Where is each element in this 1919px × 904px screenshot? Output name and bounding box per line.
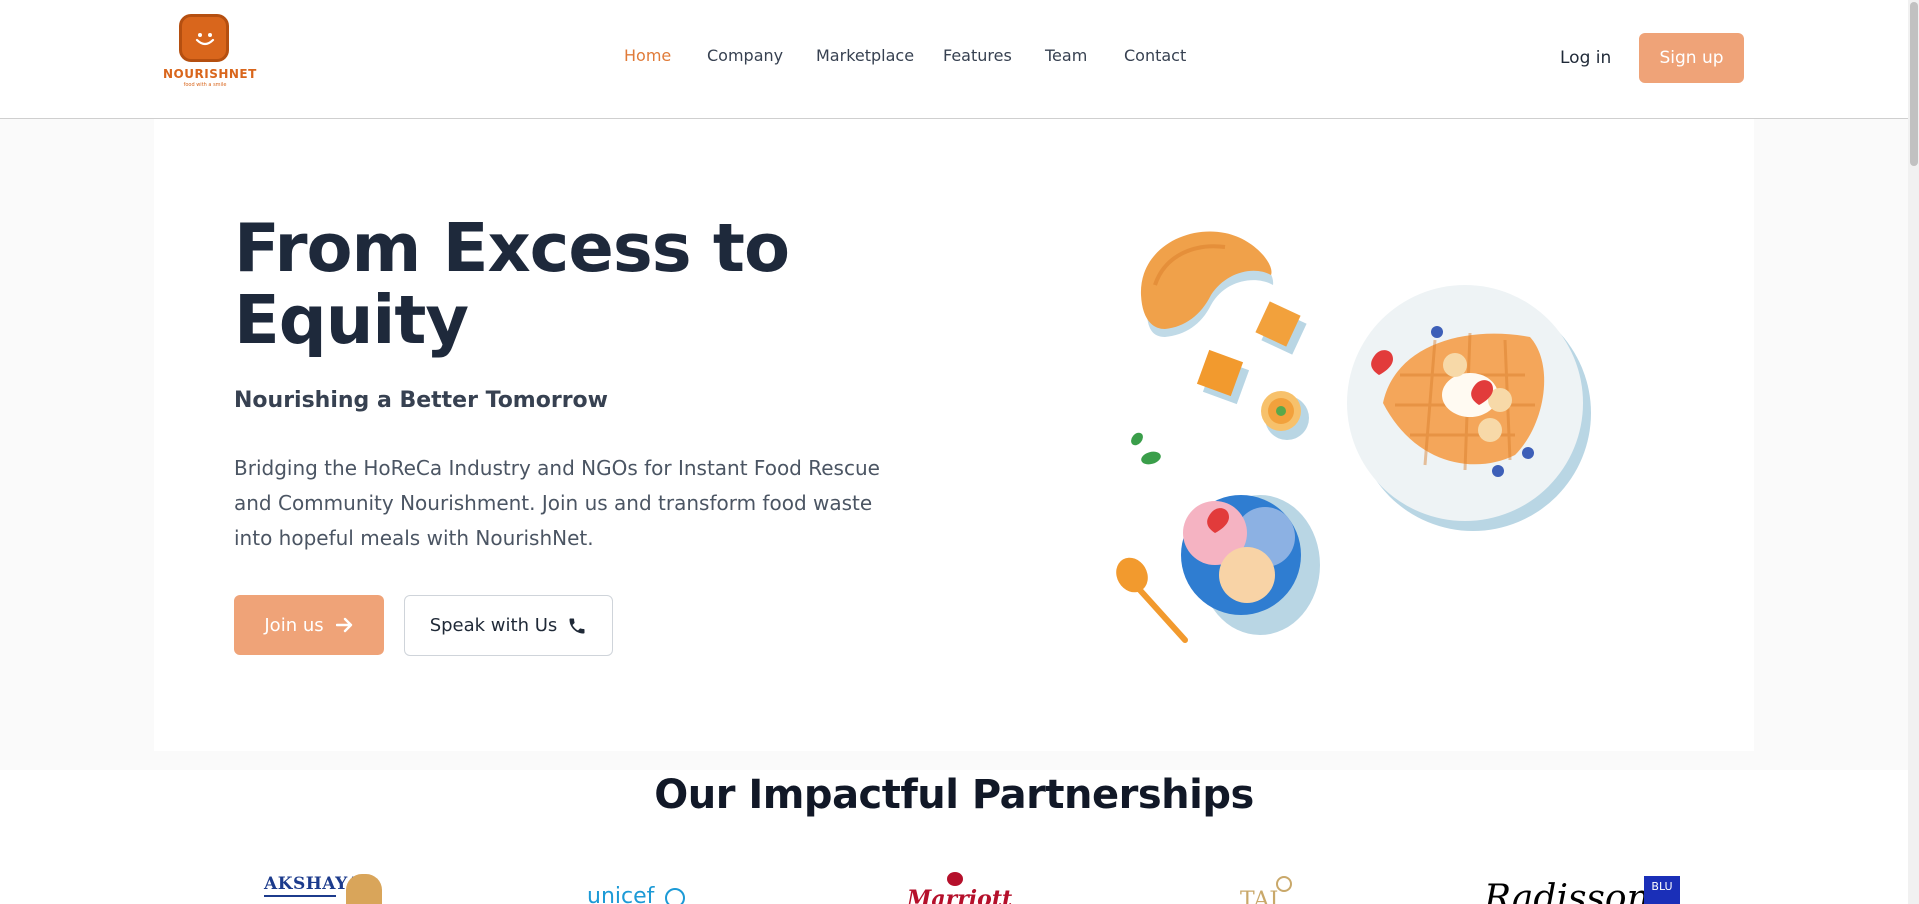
marriott-emblem-icon [947, 872, 963, 886]
nav-home[interactable]: Home [624, 46, 671, 65]
partner-logo-taj: TAJ [1238, 870, 1298, 904]
hero-subtitle: Nourishing a Better Tomorrow [234, 388, 608, 413]
phone-icon [569, 618, 585, 633]
croissant-image [1140, 231, 1274, 337]
partner-logo-akshaya-patra: AKSHAYA [262, 870, 392, 904]
hero-title: From Excess to Equity [234, 212, 934, 356]
partner-logo-radisson-blu: Radisson BLU [1482, 870, 1682, 904]
join-us-label: Join us [264, 614, 324, 636]
partner-logo-text: Radisson [1484, 878, 1650, 904]
hero-description: Bridging the HoReCa Industry and NGOs fo… [234, 456, 880, 550]
join-us-button[interactable]: Join us [234, 595, 384, 655]
nav-contact[interactable]: Contact [1124, 46, 1186, 65]
arrow-right-icon [335, 617, 352, 633]
site-header: NOURISHNET food with a smile Home Compan… [0, 0, 1908, 119]
pot-icon [346, 874, 382, 904]
food-illustration [1116, 231, 1591, 643]
blu-badge: BLU [1644, 876, 1680, 904]
partner-logo-text: unicef [587, 884, 655, 904]
main-nav: Home Company Marketplace Features Team C… [0, 46, 1919, 68]
partner-logo-text: TAJ [1240, 888, 1279, 904]
hero-title-line1: From Excess to [234, 209, 790, 287]
signup-button[interactable]: Sign up [1639, 33, 1744, 83]
nav-marketplace[interactable]: Marketplace [816, 46, 914, 65]
page-scrollbar[interactable] [1908, 0, 1919, 904]
speak-with-us-button[interactable]: Speak with Us [404, 595, 613, 656]
taj-emblem-icon [1276, 876, 1292, 892]
nav-features[interactable]: Features [943, 46, 1012, 65]
scrollbar-thumb[interactable] [1910, 2, 1918, 166]
partner-logo-marriott: Marriott [905, 870, 1015, 904]
brand-name: NOURISHNET [163, 67, 257, 81]
globe-icon [665, 888, 685, 904]
hero-title-line2: Equity [234, 281, 469, 359]
nav-company[interactable]: Company [707, 46, 783, 65]
nav-team[interactable]: Team [1045, 46, 1087, 65]
speak-with-us-label: Speak with Us [429, 615, 558, 636]
partner-logo-unicef: unicef [585, 870, 695, 904]
partnerships-title: Our Impactful Partnerships [654, 772, 1254, 818]
brand-tagline: food with a smile [183, 82, 227, 88]
login-link[interactable]: Log in [1560, 48, 1611, 68]
partner-logo-text: Marriott [907, 886, 1013, 904]
